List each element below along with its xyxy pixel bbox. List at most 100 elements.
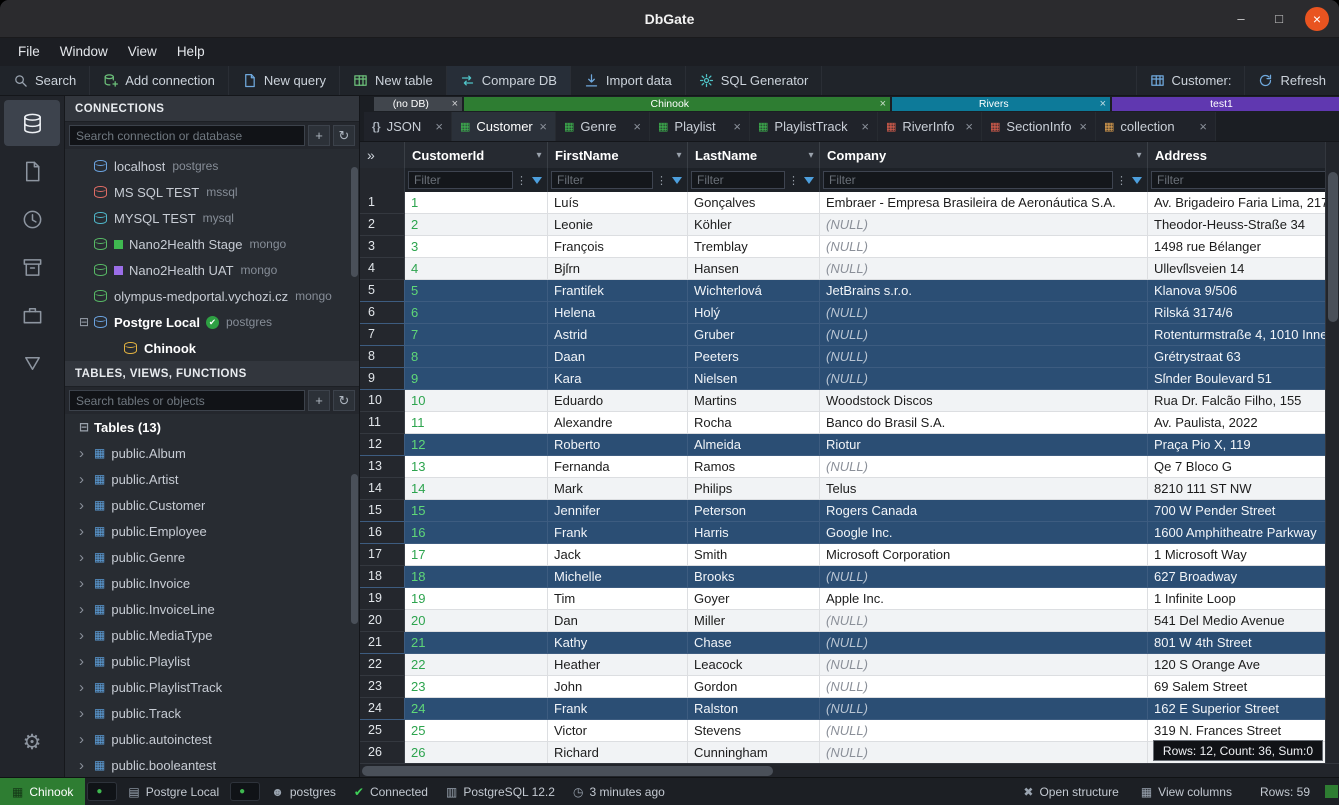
row-number[interactable]: 1 — [360, 192, 405, 214]
menu-item[interactable]: File — [8, 38, 50, 66]
tab[interactable]: ▦ RiverInfo × — [878, 112, 982, 141]
cell-firstname[interactable]: François — [548, 236, 688, 258]
tab[interactable]: ▦ SectionInfo × — [982, 112, 1096, 141]
cell-company[interactable]: Microsoft Corporation — [820, 544, 1148, 566]
statusbar-item[interactable]: ▥ PostgreSQL 12.2 — [437, 778, 564, 805]
tables-group-row[interactable]: ⊟ Tables (13) — [65, 414, 359, 440]
tab-group[interactable]: test1 — [1112, 97, 1339, 111]
row-number[interactable]: 17 — [360, 544, 405, 566]
statusbar-right-item[interactable]: ▦ View columns — [1130, 785, 1243, 799]
cell-customerid[interactable]: 25 — [405, 720, 548, 742]
cell-address[interactable]: 162 E Superior Street — [1148, 698, 1339, 720]
connections-scrollbar[interactable] — [351, 167, 358, 277]
sidebar-connections-icon[interactable] — [4, 100, 60, 146]
column-dropdown-icon[interactable]: ▾ — [803, 150, 819, 161]
cell-address[interactable]: 8210 111 ST NW — [1148, 478, 1339, 500]
cell-address[interactable]: Av. Paulista, 2022 — [1148, 412, 1339, 434]
cell-customerid[interactable]: 26 — [405, 742, 548, 763]
cell-lastname[interactable]: Nielsen — [688, 368, 820, 390]
filter-menu-icon[interactable]: ⋮ — [1116, 174, 1127, 187]
connection-item[interactable]: MS SQL TEST ✔ mssql — [65, 179, 359, 205]
statusbar-item[interactable]: ◷ 3 minutes ago — [564, 778, 674, 805]
cell-customerid[interactable]: 22 — [405, 654, 548, 676]
cell-firstname[interactable]: Victor — [548, 720, 688, 742]
row-number[interactable]: 10 — [360, 390, 405, 412]
add-connection-small-button[interactable]: + — [308, 125, 330, 146]
cell-company[interactable]: (NULL) — [820, 720, 1148, 742]
connections-search-input[interactable] — [69, 125, 305, 146]
column-dropdown-icon[interactable]: ▾ — [671, 150, 687, 161]
tab[interactable]: ▦ Playlist × — [650, 112, 750, 141]
cell-firstname[interactable]: Luís — [548, 192, 688, 214]
tab[interactable]: {} JSON × — [364, 112, 452, 141]
minimize-button[interactable]: – — [1229, 7, 1253, 31]
row-number[interactable]: 25 — [360, 720, 405, 742]
cell-lastname[interactable]: Peeters — [688, 346, 820, 368]
cell-customerid[interactable]: 15 — [405, 500, 548, 522]
tab-close-icon[interactable]: × — [539, 119, 547, 134]
cell-customerid[interactable]: 6 — [405, 302, 548, 324]
cell-address[interactable]: 801 W 4th Street — [1148, 632, 1339, 654]
add-connection-button[interactable]: Add connection — [90, 66, 229, 95]
cell-company[interactable]: (NULL) — [820, 324, 1148, 346]
filter-funnel-icon[interactable] — [804, 177, 814, 184]
table-row[interactable]: 7 7 Astrid Gruber (NULL) Rotenturmstraße… — [360, 324, 1339, 346]
current-tab-button[interactable]: Customer: — [1136, 66, 1245, 95]
chevron-right-icon[interactable]: › — [79, 446, 92, 461]
cell-company[interactable]: (NULL) — [820, 566, 1148, 588]
cell-company[interactable]: (NULL) — [820, 346, 1148, 368]
table-row[interactable]: 24 24 Frank Ralston (NULL) 162 E Superio… — [360, 698, 1339, 720]
tables-search-input[interactable] — [69, 390, 305, 411]
cell-lastname[interactable]: Rocha — [688, 412, 820, 434]
row-number[interactable]: 26 — [360, 742, 405, 763]
tables-scrollbar[interactable] — [351, 474, 358, 624]
connection-item[interactable]: olympus-medportal.vychozi.cz ✔ mongo — [65, 283, 359, 309]
filter-input-firstname[interactable] — [551, 171, 653, 189]
row-number[interactable]: 16 — [360, 522, 405, 544]
row-number[interactable]: 21 — [360, 632, 405, 654]
cell-customerid[interactable]: 19 — [405, 588, 548, 610]
compare-db-button[interactable]: Compare DB — [447, 66, 571, 95]
cell-lastname[interactable]: Tremblay — [688, 236, 820, 258]
cell-customerid[interactable]: 17 — [405, 544, 548, 566]
cell-company[interactable]: Google Inc. — [820, 522, 1148, 544]
cell-lastname[interactable]: Gordon — [688, 676, 820, 698]
cell-address[interactable]: 69 Salem Street — [1148, 676, 1339, 698]
cell-customerid[interactable]: 1 — [405, 192, 548, 214]
statusbar-item[interactable]: ▦ Chinook — [0, 778, 85, 805]
chevron-right-icon[interactable]: › — [79, 706, 92, 721]
cell-firstname[interactable]: Mark — [548, 478, 688, 500]
table-item[interactable]: › ▦ public.MediaType — [65, 622, 359, 648]
cell-firstname[interactable]: Roberto — [548, 434, 688, 456]
chevron-right-icon[interactable]: › — [79, 628, 92, 643]
cell-address[interactable]: 541 Del Medio Avenue — [1148, 610, 1339, 632]
cell-company[interactable]: (NULL) — [820, 632, 1148, 654]
tab[interactable]: ▦ collection × — [1096, 112, 1216, 141]
cell-lastname[interactable]: Chase — [688, 632, 820, 654]
statusbar-item[interactable]: ✔ Connected — [345, 778, 437, 805]
cell-lastname[interactable]: Wichterlová — [688, 280, 820, 302]
filter-menu-icon[interactable]: ⋮ — [788, 174, 799, 187]
cell-company[interactable]: (NULL) — [820, 456, 1148, 478]
row-number[interactable]: 6 — [360, 302, 405, 324]
cell-address[interactable]: Klanova 9/506 — [1148, 280, 1339, 302]
sidebar-archive-icon[interactable] — [4, 244, 60, 290]
cell-firstname[interactable]: Jennifer — [548, 500, 688, 522]
tab-group[interactable]: Rivers × — [892, 97, 1110, 111]
row-number[interactable]: 3 — [360, 236, 405, 258]
table-row[interactable]: 10 10 Eduardo Martins Woodstock Discos R… — [360, 390, 1339, 412]
cell-customerid[interactable]: 21 — [405, 632, 548, 654]
row-number[interactable]: 12 — [360, 434, 405, 456]
cell-customerid[interactable]: 4 — [405, 258, 548, 280]
cell-company[interactable]: Embraer - Empresa Brasileira de Aeronáut… — [820, 192, 1148, 214]
new-query-button[interactable]: New query — [229, 66, 340, 95]
cell-address[interactable]: 319 N. Frances Street — [1148, 720, 1339, 742]
row-number[interactable]: 20 — [360, 610, 405, 632]
column-header-lastname[interactable]: LastName▾ — [688, 142, 820, 168]
cell-firstname[interactable]: Leonie — [548, 214, 688, 236]
table-item[interactable]: › ▦ public.Album — [65, 440, 359, 466]
table-row[interactable]: 23 23 John Gordon (NULL) 69 Salem Street — [360, 676, 1339, 698]
cell-address[interactable]: Rilská 3174/6 — [1148, 302, 1339, 324]
cell-firstname[interactable]: Astrid — [548, 324, 688, 346]
tab-close-icon[interactable]: × — [733, 119, 741, 134]
